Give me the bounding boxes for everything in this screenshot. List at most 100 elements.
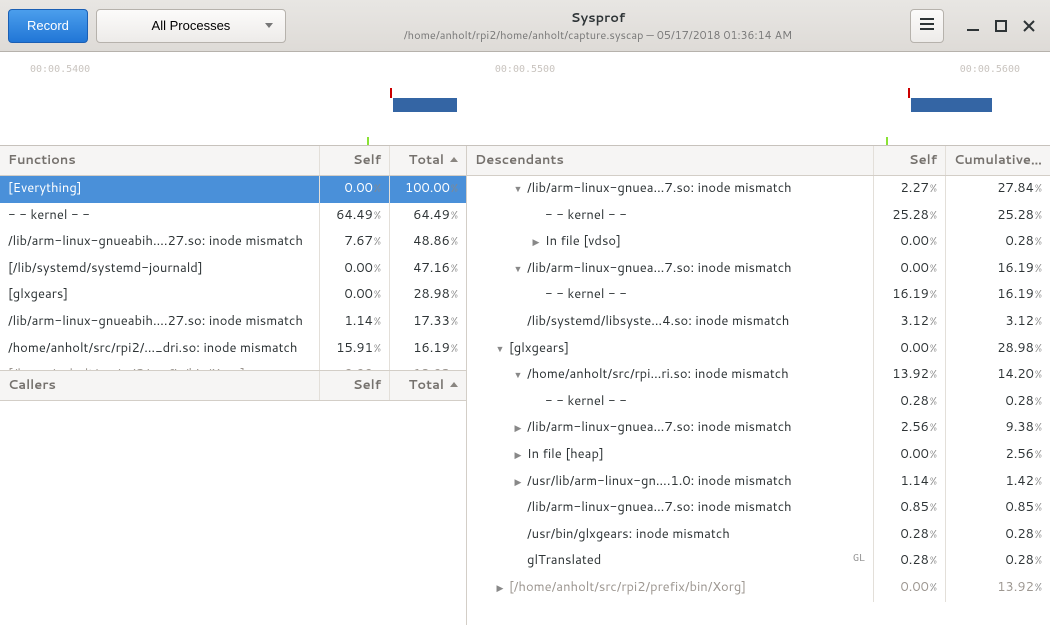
descendants-row[interactable]: /lib/systemd/libsyste…4.so: inode mismat… <box>467 309 1050 336</box>
close-button[interactable] <box>1022 19 1036 33</box>
descendant-self: 0.00% <box>874 575 946 602</box>
hamburger-menu-button[interactable] <box>910 9 944 43</box>
descendant-name: /lib/systemd/libsyste…4.so: inode mismat… <box>467 309 874 336</box>
sort-indicator-icon <box>450 157 458 162</box>
descendants-row[interactable]: ▼/home/anholt/src/rpi…ri.so: inode misma… <box>467 362 1050 389</box>
processes-combo[interactable]: All Processes <box>96 9 286 43</box>
window-controls <box>952 19 1042 33</box>
function-name: /lib/arm-linux-gnueabih….27.so: inode mi… <box>0 229 320 256</box>
descendant-self: 3.12% <box>874 309 946 336</box>
expander-down-icon[interactable]: ▼ <box>513 184 523 195</box>
timeline-green-tick <box>886 137 888 145</box>
functions-row[interactable]: [/lib/systemd/systemd-journald]0.00%47.1… <box>0 256 466 283</box>
descendants-row[interactable]: /lib/arm-linux-gnuea…7.so: inode mismatc… <box>467 495 1050 522</box>
descendant-cumulative: 9.38% <box>946 415 1050 442</box>
callers-body[interactable] <box>0 401 466 625</box>
function-total: 28.98% <box>390 282 466 309</box>
functions-row[interactable]: [Everything]0.00%100.00% <box>0 176 466 203</box>
descendants-row[interactable]: - - kernel - -16.19%16.19% <box>467 282 1050 309</box>
descendant-name: ▼[glxgears] <box>467 336 874 363</box>
descendants-row[interactable]: ▶In file [vdso]0.00%0.28% <box>467 229 1050 256</box>
functions-col-self[interactable]: Self <box>320 146 390 175</box>
descendants-header: Descendants Self Cumulative <box>467 146 1050 176</box>
expander-down-icon[interactable]: ▼ <box>495 344 505 355</box>
descendants-row[interactable]: ▶/lib/arm-linux-gnuea…7.so: inode mismat… <box>467 415 1050 442</box>
expander-down-icon[interactable]: ▼ <box>513 370 523 381</box>
descendants-row[interactable]: ▼/lib/arm-linux-gnuea…7.so: inode mismat… <box>467 256 1050 283</box>
descendants-row[interactable]: ▼[glxgears]0.00%28.98% <box>467 336 1050 363</box>
descendant-self: 16.19% <box>874 282 946 309</box>
descendants-row[interactable]: - - kernel - -25.28%25.28% <box>467 203 1050 230</box>
descendants-row[interactable]: glTranslatedGL0.28%0.28% <box>467 548 1050 575</box>
descendants-col-name[interactable]: Descendants <box>467 146 874 175</box>
descendants-row[interactable]: /usr/bin/glxgears: inode mismatch0.28%0.… <box>467 522 1050 549</box>
descendant-self: 0.85% <box>874 495 946 522</box>
minimize-button[interactable] <box>966 19 980 33</box>
timeline-sample-bar <box>911 98 992 112</box>
descendant-cumulative: 14.20% <box>946 362 1050 389</box>
function-self: 64.49% <box>320 203 390 230</box>
function-name: [/lib/systemd/systemd-journald] <box>0 256 320 283</box>
function-self: 1.14% <box>320 309 390 336</box>
functions-row[interactable]: - - kernel - -64.49%64.49% <box>0 203 466 230</box>
expander-right-icon[interactable]: ▶ <box>495 583 505 594</box>
descendants-col-self[interactable]: Self <box>874 146 946 175</box>
function-self: 0.00% <box>320 256 390 283</box>
expander-right-icon[interactable]: ▶ <box>531 237 541 248</box>
function-total: 13.92% <box>390 362 466 371</box>
descendant-name: ▶In file [vdso] <box>467 229 874 256</box>
functions-row[interactable]: /lib/arm-linux-gnueabih….27.so: inode mi… <box>0 229 466 256</box>
callers-col-self[interactable]: Self <box>320 371 390 400</box>
functions-col-name[interactable]: Functions <box>0 146 320 175</box>
descendant-cumulative: 13.92% <box>946 575 1050 602</box>
descendants-body[interactable]: ▼ /lib/arm-linux-gnuea…7.so: inode mismat… <box>467 176 1050 625</box>
maximize-button[interactable] <box>994 19 1008 33</box>
function-total: 17.33% <box>390 309 466 336</box>
descendants-row[interactable]: ▶In file [heap]0.00%2.56% <box>467 442 1050 469</box>
function-self: 15.91% <box>320 336 390 363</box>
title-block: Sysprof /home/anholt/rpi2/home/anholt/ca… <box>294 9 902 43</box>
functions-row[interactable]: [/home/anholt/src/rpi2/prefix/bin/Xorg]0… <box>0 362 466 371</box>
descendant-name: - - kernel - - <box>467 389 874 416</box>
functions-row[interactable]: /home/anholt/src/rpi2/…_dri.so: inode mi… <box>0 336 466 363</box>
descendant-cumulative: 28.98% <box>946 336 1050 363</box>
descendants-row[interactable]: ▶/usr/lib/arm-linux-gn….1.0: inode misma… <box>467 469 1050 496</box>
descendant-cumulative: 0.28% <box>946 389 1050 416</box>
functions-body[interactable]: [Everything]0.00%100.00%- - kernel - -64… <box>0 176 466 371</box>
descendant-self: 0.00% <box>874 442 946 469</box>
expander-right-icon[interactable]: ▶ <box>513 450 523 461</box>
expander-right-icon[interactable]: ▶ <box>513 477 523 488</box>
callers-col-total[interactable]: Total <box>390 371 466 400</box>
descendant-cumulative: 27.84% <box>946 176 1050 203</box>
headerbar: Record All Processes Sysprof /home/anhol… <box>0 0 1050 52</box>
descendants-row[interactable]: ▼/lib/arm-linux-gnuea…7.so: inode mismat… <box>467 176 1050 203</box>
function-total: 64.49% <box>390 203 466 230</box>
callers-col-name[interactable]: Callers <box>0 371 320 400</box>
descendants-row[interactable]: - - kernel - -0.28%0.28% <box>467 389 1050 416</box>
timeline-red-marker <box>908 88 910 98</box>
expander-down-icon[interactable]: ▼ <box>513 264 523 275</box>
descendant-cumulative: 16.19% <box>946 282 1050 309</box>
function-total: 16.19% <box>390 336 466 363</box>
descendant-cumulative: 16.19% <box>946 256 1050 283</box>
descendant-cumulative: 3.12% <box>946 309 1050 336</box>
descendant-name: ▶/usr/lib/arm-linux-gn….1.0: inode misma… <box>467 469 874 496</box>
expander-right-icon[interactable]: ▶ <box>513 423 523 434</box>
functions-row[interactable]: [glxgears]0.00%28.98% <box>0 282 466 309</box>
functions-col-total[interactable]: Total <box>390 146 466 175</box>
descendants-panel: Descendants Self Cumulative ▼ /lib/arm-li… <box>467 146 1050 625</box>
record-button[interactable]: Record <box>8 9 88 43</box>
descendant-cumulative: 0.28% <box>946 229 1050 256</box>
functions-row[interactable]: /lib/arm-linux-gnueabih….27.so: inode mi… <box>0 309 466 336</box>
function-self: 0.00% <box>320 282 390 309</box>
descendant-cumulative: 0.85% <box>946 495 1050 522</box>
function-total: 48.86% <box>390 229 466 256</box>
descendant-name: ▶/lib/arm-linux-gnuea…7.so: inode mismat… <box>467 415 874 442</box>
timeline[interactable]: 00:00.5400 00:00.5500 00:00.5600 <box>0 52 1050 146</box>
descendants-col-cum[interactable]: Cumulative <box>946 146 1050 175</box>
descendant-self: 0.00% <box>874 229 946 256</box>
descendants-row[interactable]: ▶[/home/anholt/src/rpi2/prefix/bin/Xorg]… <box>467 575 1050 602</box>
callers-header: Callers Self Total <box>0 371 466 401</box>
descendant-self: 0.00% <box>874 256 946 283</box>
descendant-self: 0.00% <box>874 336 946 363</box>
